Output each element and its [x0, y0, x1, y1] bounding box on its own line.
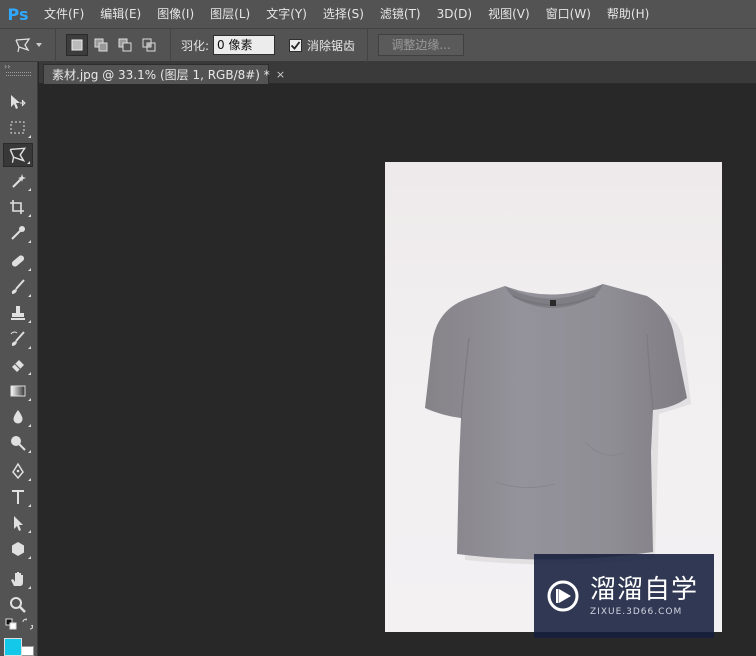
menu-image[interactable]: 图像(I)	[149, 0, 202, 28]
pen-icon	[12, 462, 24, 480]
watermark: 溜溜自学 ZIXUE.3D66.COM	[534, 554, 714, 638]
feather-group: 羽化: 0 像素	[171, 28, 285, 62]
gradient-tool-button[interactable]	[3, 379, 33, 403]
type-tool-button[interactable]	[3, 485, 33, 509]
clone-stamp-icon	[11, 306, 25, 320]
menu-bar: Ps 文件(F) 编辑(E) 图像(I) 图层(L) 文字(Y) 选择(S) 滤…	[0, 0, 756, 28]
feather-label: 羽化:	[181, 38, 210, 53]
polygonal-lasso-icon	[9, 147, 27, 163]
menu-layer[interactable]: 图层(L)	[202, 0, 258, 28]
options-bar: 羽化: 0 像素 消除锯齿 调整边缘...	[0, 28, 756, 62]
brush-tool-button[interactable]	[3, 275, 33, 299]
eraser-tool-button[interactable]	[3, 353, 33, 377]
refine-edge-button[interactable]: 调整边缘...	[378, 34, 465, 56]
watermark-title: 溜溜自学	[590, 575, 699, 605]
path-selection-icon	[14, 516, 23, 531]
hand-tool-button[interactable]	[3, 567, 33, 591]
pen-tool-button[interactable]	[3, 459, 33, 483]
blur-icon	[13, 410, 23, 424]
add-to-selection-icon	[94, 38, 108, 52]
dodge-icon	[11, 436, 26, 451]
toolbox: ››	[0, 62, 38, 656]
new-selection-icon	[71, 39, 83, 51]
feather-input[interactable]: 0 像素	[213, 35, 276, 55]
subtract-from-selection-icon	[118, 38, 132, 52]
zoom-tool-button[interactable]	[3, 593, 33, 617]
history-brush-icon	[10, 331, 25, 346]
spot-healing-brush-icon	[11, 255, 25, 267]
chevron-down-icon	[35, 43, 42, 47]
shape-icon	[12, 542, 24, 556]
zoom-icon	[10, 597, 26, 613]
crop-icon	[10, 200, 24, 214]
foreground-color-swatch[interactable]	[4, 638, 22, 656]
antialias-checkbox[interactable]	[289, 38, 303, 52]
stamp-tool-button[interactable]	[3, 301, 33, 325]
crop-tool-button[interactable]	[3, 195, 33, 219]
swap-colors-button[interactable]	[20, 617, 34, 631]
gradient-icon	[10, 385, 26, 397]
add-to-selection-button[interactable]	[90, 34, 112, 56]
move-tool-icon	[11, 95, 26, 109]
photoshop-logo: Ps	[7, 4, 29, 24]
document-tab[interactable]: 素材.jpg @ 33.1% (图层 1, RGB/8#) * ×	[43, 64, 285, 84]
watermark-url: ZIXUE.3D66.COM	[590, 607, 683, 617]
default-colors-button[interactable]	[4, 617, 18, 631]
tool-preset-picker[interactable]	[0, 28, 56, 62]
marquee-tool-button[interactable]	[3, 116, 33, 140]
history-brush-tool-button[interactable]	[3, 327, 33, 351]
default-colors-icon	[5, 618, 17, 630]
intersect-selection-button[interactable]	[138, 34, 160, 56]
checkmark-icon	[290, 40, 301, 50]
healing-tool-button[interactable]	[3, 249, 33, 273]
eyedropper-icon	[11, 226, 25, 240]
brush-icon	[11, 279, 25, 294]
move-tool-button[interactable]	[3, 90, 33, 114]
menu-edit[interactable]: 编辑(E)	[92, 0, 149, 28]
polygonal-lasso-icon	[14, 38, 30, 53]
menu-help[interactable]: 帮助(H)	[599, 0, 657, 28]
toolbox-grip[interactable]	[6, 72, 31, 76]
swap-colors-icon	[22, 618, 33, 630]
new-selection-button[interactable]	[66, 34, 88, 56]
eyedropper-tool-button[interactable]	[3, 221, 33, 245]
menu-filter[interactable]: 滤镜(T)	[372, 0, 429, 28]
watermark-text: 溜溜自学 ZIXUE.3D66.COM	[590, 575, 698, 617]
shape-tool-button[interactable]	[3, 537, 33, 561]
menu-type[interactable]: 文字(Y)	[258, 0, 315, 28]
rectangular-marquee-icon	[10, 121, 25, 134]
selection-mode-group	[56, 28, 171, 62]
hand-icon	[11, 572, 23, 586]
magic-wand-icon	[12, 174, 26, 188]
play-logo-icon	[547, 580, 579, 612]
eraser-icon	[12, 360, 24, 372]
menu-select[interactable]: 选择(S)	[315, 0, 372, 28]
intersect-selection-icon	[142, 38, 156, 52]
blur-tool-button[interactable]	[3, 405, 33, 429]
antialias-group: 消除锯齿	[285, 28, 369, 62]
document-tab-title: 素材.jpg @ 33.1% (图层 1, RGB/8#) *	[52, 68, 270, 82]
menu-file[interactable]: 文件(F)	[36, 0, 92, 28]
type-icon	[12, 490, 24, 504]
close-icon[interactable]: ×	[276, 68, 285, 81]
menu-window[interactable]: 窗口(W)	[538, 0, 599, 28]
magic-wand-tool-button[interactable]	[3, 169, 33, 193]
toolbox-collapse-toggle[interactable]: ››	[0, 62, 37, 72]
menu-view[interactable]: 视图(V)	[480, 0, 538, 28]
document-tab-bar: 素材.jpg @ 33.1% (图层 1, RGB/8#) * ×	[39, 62, 756, 84]
subtract-from-selection-button[interactable]	[114, 34, 136, 56]
antialias-label: 消除锯齿	[307, 38, 356, 53]
path-selection-tool-button[interactable]	[3, 511, 33, 535]
menu-3d[interactable]: 3D(D)	[429, 0, 480, 28]
dodge-tool-button[interactable]	[3, 431, 33, 455]
lasso-tool-button[interactable]	[3, 143, 33, 167]
